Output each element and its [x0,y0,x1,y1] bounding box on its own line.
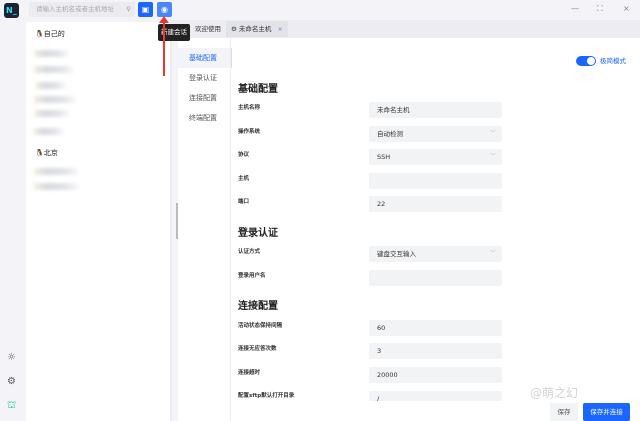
field-label: 端口 [238,199,250,205]
chevron-down-icon: ﹀ [489,130,496,137]
select-value: SSH [377,153,391,161]
field-label: 登录用户名 [238,273,266,279]
search-placeholder: 请输入主机名或者主机地址 [36,5,114,13]
group-label: 北京 [43,149,58,157]
folder-icon: ▣ [141,5,150,14]
field-label: 协议 [238,152,250,158]
play-circle-icon: ◉ [161,5,168,14]
field-label: 连接无应答次数 [238,346,277,352]
keepalive-input[interactable]: 60 [369,320,502,336]
tab-close-icon[interactable]: × [277,25,282,33]
search-icon: ⚲ [126,5,131,13]
section-title: 连接配置 [238,301,278,312]
sftp-dir-input[interactable]: / [369,391,502,401]
tab-unnamed-host[interactable]: ⚙ 未命名主机 × [226,21,288,37]
app-logo: N_ [4,3,19,18]
retry-count-input[interactable]: 3 [369,343,502,359]
nav-terminal[interactable]: 终端配置 [178,108,232,128]
field-label: 配置sftp默认打开目录 [238,393,295,399]
gear-icon: ⚙ [231,25,239,33]
new-session-button[interactable]: ◉ [157,2,172,17]
save-button[interactable]: 保存 [550,403,578,421]
host-group[interactable]: 🐧自己的 [35,29,65,39]
username-input[interactable] [369,270,502,286]
tab-label: 未命名主机 [238,25,272,33]
field-label: 活动状态保持间隔 [238,323,283,329]
chevron-down-icon: ﹀ [489,153,496,160]
field-label: 认证方式 [238,249,261,255]
tab-welcome[interactable]: 欢迎使用 [190,21,226,37]
nav-basic[interactable]: 基础配置 [178,48,232,68]
port-input[interactable]: 22 [369,196,502,212]
host-list: 🐧自己的 🐧北京 [26,22,172,421]
search-input[interactable]: 请输入主机名或者主机地址 ⚲ [29,2,135,17]
minimal-mode-label: 极简模式 [600,57,626,65]
host-name-input[interactable]: 未命名主机 [369,102,502,118]
protocol-select[interactable]: SSH ﹀ [369,149,502,165]
minimal-mode-toggle[interactable] [576,56,596,66]
minimize-button[interactable]: — [571,4,579,13]
auth-method-select[interactable]: 键盘交互输入 ﹀ [369,246,502,262]
chevron-down-icon: ﹀ [489,250,496,257]
save-connect-button[interactable]: 保存并连接 [583,403,630,421]
red-arrow-annotation [159,16,169,76]
field-label: 连接超时 [238,370,261,376]
os-select[interactable]: 自动检测 ﹀ [369,126,502,142]
host-input[interactable] [369,173,502,189]
field-label: 操作系统 [238,129,261,135]
watermark: @萌之幻 [530,386,579,400]
nav-auth[interactable]: 登录认证 [178,68,232,88]
select-value: 键盘交互输入 [377,250,416,258]
section-title: 登录认证 [238,228,278,239]
field-label: 主机 [238,176,250,182]
group-label: 自己的 [43,30,65,38]
host-group[interactable]: 🐧北京 [35,148,58,158]
theme-sun-icon[interactable]: ☼ [7,352,16,363]
config-nav: 基础配置 登录认证 连接配置 终端配置 [178,48,232,128]
close-button[interactable]: × [623,4,630,13]
maximize-button[interactable]: ⛶ [597,4,603,14]
nav-connection[interactable]: 连接配置 [178,88,232,108]
timeout-input[interactable]: 20000 [369,367,502,383]
settings-icon[interactable]: ⚙ [7,376,16,387]
section-title: 基础配置 [238,84,278,95]
tab-bar: 欢迎使用 ⚙ 未命名主机 × [172,20,640,38]
new-folder-button[interactable]: ▣ [138,2,153,17]
field-label: 主机名称 [238,105,261,111]
select-value: 自动检测 [377,130,403,138]
plugin-icon[interactable]: ⛫ [7,400,16,413]
divider [230,38,231,421]
